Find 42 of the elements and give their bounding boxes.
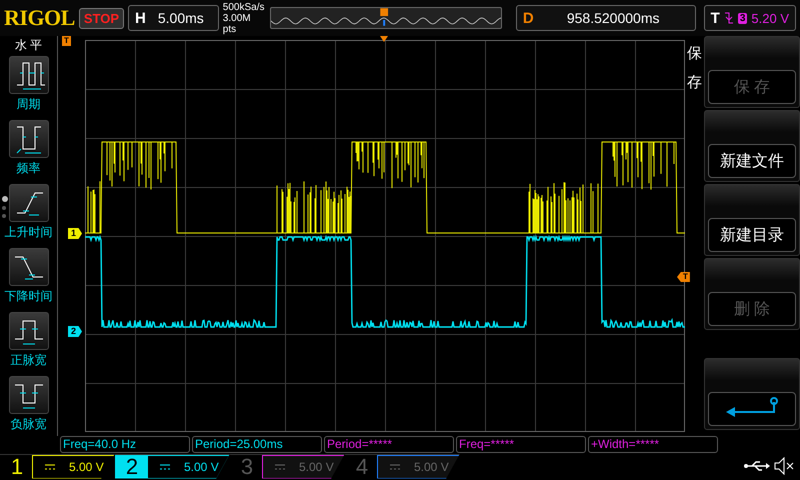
sample-rate: 500kSa/s	[222, 2, 266, 12]
trigger-label: T	[710, 10, 720, 26]
menu-button[interactable]: 新建目录	[708, 218, 796, 252]
channel-number: 1	[10, 454, 24, 480]
measure-label: 周期	[16, 96, 40, 113]
channel-number: 3	[240, 454, 254, 480]
measure-label: 负脉宽	[10, 416, 46, 433]
measurement-readout: +Width=*****	[588, 436, 718, 453]
menu-button[interactable]: 新建文件	[708, 144, 796, 178]
trigger-level-marker: T	[677, 272, 690, 282]
menu-title: 水 平	[14, 38, 42, 52]
channel-scale: 5.00 V	[299, 460, 334, 474]
brand-logo: RIGOL	[4, 5, 75, 31]
menu-title: 保存	[686, 44, 703, 92]
trigger-level: 5.20 V	[751, 10, 789, 26]
channel-scale: 5.00 V	[184, 460, 219, 474]
timebase-panel[interactable]: H 5.00ms	[128, 5, 219, 31]
delay-label: D	[522, 10, 534, 26]
channel-marker[interactable]: 2	[68, 326, 82, 337]
channel-scale: 5.00 V	[69, 460, 104, 474]
delay-value: 958.520000ms	[566, 10, 660, 26]
memory-depth: 3.00M pts	[222, 12, 252, 34]
measurement-readout: Period=25.00ms	[192, 436, 322, 453]
channel-number: 2	[124, 454, 140, 480]
trigger-position-marker: T	[62, 36, 71, 46]
trigger-panel[interactable]: T 3 5.20 V	[704, 5, 796, 31]
measure-label: 正脉宽	[10, 352, 46, 369]
channel-tab[interactable]: 1 5.00 V	[0, 454, 115, 478]
timebase-value: 5.00ms	[156, 10, 205, 26]
channel-scale: 5.00 V	[414, 460, 449, 474]
trigger-source: 3	[738, 12, 748, 24]
measure-label: 频率	[16, 160, 40, 177]
measurement-readout: Freq=*****	[456, 436, 586, 453]
channel-marker[interactable]: 1	[68, 228, 82, 239]
delay-panel[interactable]: D 958.520000ms	[516, 5, 696, 31]
measurement-readout: Period=*****	[324, 436, 454, 453]
measurement-readout: Freq=40.0 Hz	[60, 436, 190, 453]
channel-number: 4	[354, 454, 370, 480]
measure-label: 下降时间	[4, 288, 52, 305]
horizontal-label: H	[135, 10, 146, 26]
measure-label: 上升时间	[4, 224, 52, 241]
channel-tab[interactable]: 2 5.00 V	[115, 454, 230, 478]
